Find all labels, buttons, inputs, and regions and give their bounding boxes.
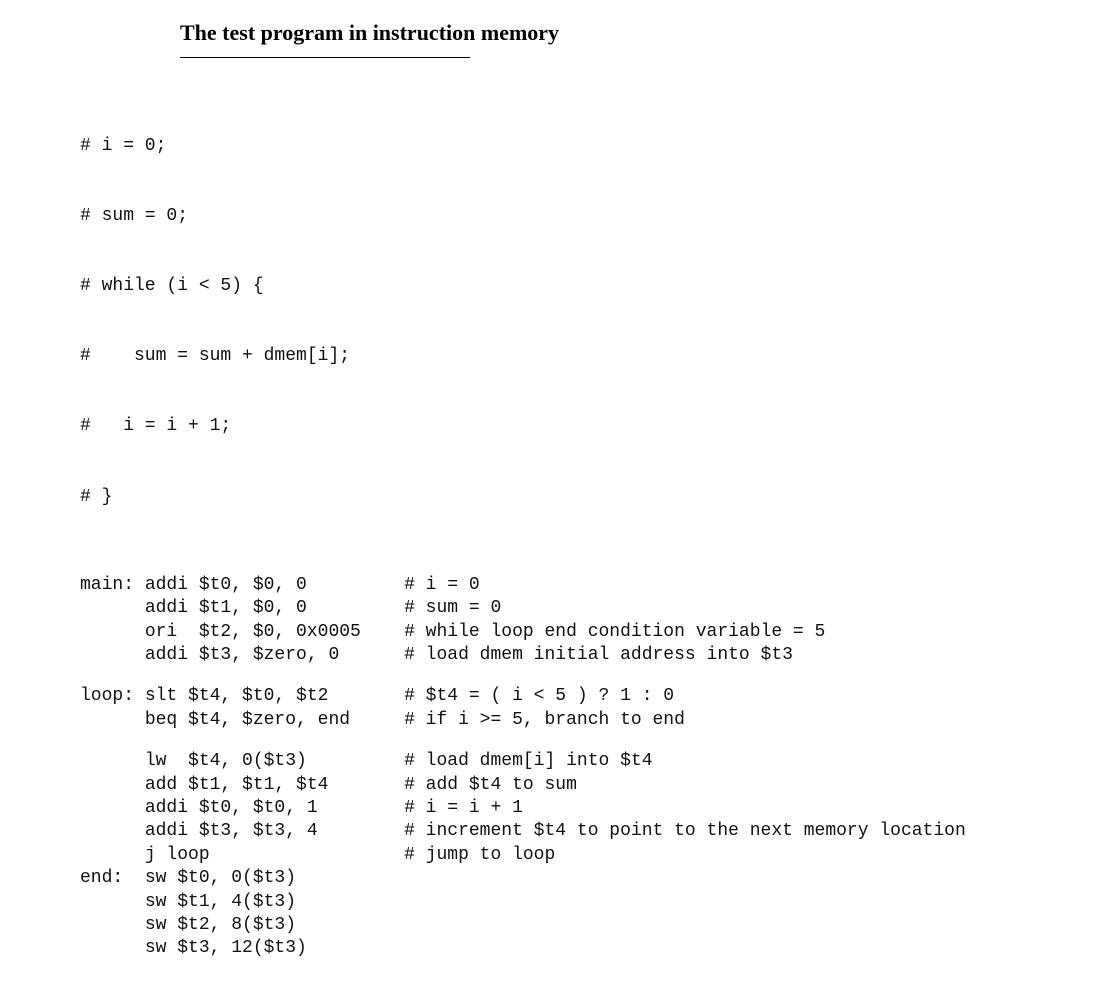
asm-label: end: (80, 868, 145, 888)
asm-label (80, 645, 145, 665)
asm-line: sw $t1, 4($t3) (80, 891, 1063, 914)
pseudocode-line: # while (i < 5) { (80, 275, 1063, 298)
asm-instruction: add $t1, $t1, $t4 (145, 775, 404, 795)
asm-instruction: addi $t3, $zero, 0 (145, 645, 404, 665)
asm-label (80, 892, 145, 912)
asm-label: loop: (80, 686, 145, 706)
asm-instruction: slt $t4, $t0, $t2 (145, 686, 404, 706)
pseudocode-block: # i = 0; # sum = 0; # while (i < 5) { # … (80, 88, 1063, 556)
pseudocode-line: # } (80, 486, 1063, 509)
asm-label (80, 710, 145, 730)
asm-line: beq $t4, $zero, end # if i >= 5, branch … (80, 709, 1063, 732)
asm-label (80, 845, 145, 865)
title-block: The test program in instruction memory (180, 20, 1063, 58)
asm-instruction: addi $t1, $0, 0 (145, 598, 404, 618)
asm-label (80, 938, 145, 958)
asm-line: end: sw $t0, 0($t3) (80, 867, 1063, 890)
document-container: The test program in instruction memory #… (0, 0, 1113, 981)
asm-instruction: j loop (145, 845, 404, 865)
spacer (80, 556, 1063, 574)
asm-comment: # $t4 = ( i < 5 ) ? 1 : 0 (404, 686, 674, 706)
asm-line: sw $t3, 12($t3) (80, 937, 1063, 960)
asm-instruction: ori $t2, $0, 0x0005 (145, 622, 404, 642)
asm-line: addi $t3, $t3, 4 # increment $t4 to poin… (80, 820, 1063, 843)
asm-line: addi $t1, $0, 0 # sum = 0 (80, 597, 1063, 620)
asm-instruction: sw $t0, 0($t3) (145, 868, 404, 888)
asm-instruction: addi $t0, $0, 0 (145, 575, 404, 595)
pseudocode-line: # sum = sum + dmem[i]; (80, 345, 1063, 368)
asm-line: sw $t2, 8($t3) (80, 914, 1063, 937)
asm-instruction: beq $t4, $zero, end (145, 710, 404, 730)
asm-label (80, 751, 145, 771)
asm-comment: # increment $t4 to point to the next mem… (404, 821, 966, 841)
asm-instruction: lw $t4, 0($t3) (145, 751, 404, 771)
asm-line: loop: slt $t4, $t0, $t2 # $t4 = ( i < 5 … (80, 685, 1063, 708)
asm-comment: # add $t4 to sum (404, 775, 577, 795)
asm-label (80, 915, 145, 935)
asm-comment: # sum = 0 (404, 598, 501, 618)
asm-line: addi $t3, $zero, 0 # load dmem initial a… (80, 644, 1063, 667)
spacer (80, 667, 1063, 685)
pseudocode-line: # i = 0; (80, 135, 1063, 158)
asm-label (80, 775, 145, 795)
asm-line: add $t1, $t1, $t4 # add $t4 to sum (80, 774, 1063, 797)
asm-comment: # if i >= 5, branch to end (404, 710, 685, 730)
page-title: The test program in instruction memory (180, 20, 1063, 46)
asm-label (80, 622, 145, 642)
assembly-block: main: addi $t0, $0, 0 # i = 0 addi $t1, … (80, 574, 1063, 961)
asm-instruction: addi $t0, $t0, 1 (145, 798, 404, 818)
asm-comment: # jump to loop (404, 845, 555, 865)
asm-label (80, 598, 145, 618)
asm-instruction: sw $t2, 8($t3) (145, 915, 404, 935)
asm-line: lw $t4, 0($t3) # load dmem[i] into $t4 (80, 750, 1063, 773)
spacer (80, 732, 1063, 750)
asm-instruction: sw $t1, 4($t3) (145, 892, 404, 912)
asm-comment: # i = 0 (404, 575, 480, 595)
title-underline (180, 56, 470, 58)
asm-comment: # load dmem initial address into $t3 (404, 645, 793, 665)
asm-label: main: (80, 575, 145, 595)
pseudocode-line: # sum = 0; (80, 205, 1063, 228)
asm-label (80, 798, 145, 818)
asm-comment: # while loop end condition variable = 5 (404, 622, 825, 642)
asm-line: main: addi $t0, $0, 0 # i = 0 (80, 574, 1063, 597)
asm-line: j loop # jump to loop (80, 844, 1063, 867)
asm-comment: # i = i + 1 (404, 798, 523, 818)
asm-label (80, 821, 145, 841)
asm-line: ori $t2, $0, 0x0005 # while loop end con… (80, 621, 1063, 644)
asm-instruction: addi $t3, $t3, 4 (145, 821, 404, 841)
asm-comment: # load dmem[i] into $t4 (404, 751, 652, 771)
pseudocode-line: # i = i + 1; (80, 415, 1063, 438)
asm-instruction: sw $t3, 12($t3) (145, 938, 404, 958)
asm-line: addi $t0, $t0, 1 # i = i + 1 (80, 797, 1063, 820)
